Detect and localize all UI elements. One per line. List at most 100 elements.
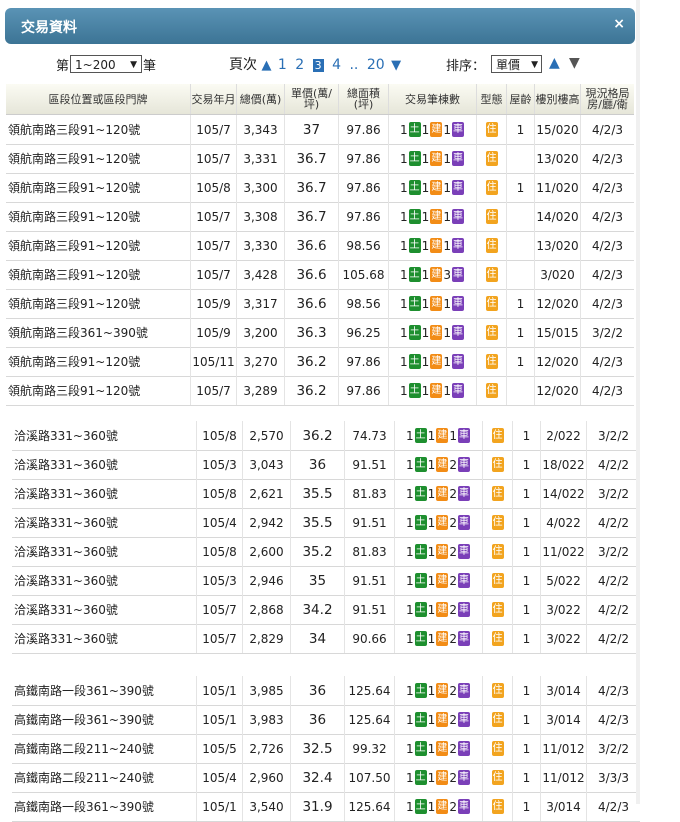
- range-select[interactable]: 1~200 ▼: [70, 55, 142, 73]
- building-badge: 建: [436, 799, 449, 814]
- header-age[interactable]: 屋齡: [506, 84, 534, 114]
- table-row[interactable]: 領航南路三段91~120號 105/7 3,343 37 97.86 1 土 1 建 1 車住 1 15…: [6, 115, 634, 145]
- land-badge: 土: [408, 151, 421, 166]
- table-row[interactable]: 高鐵南路一段361~390號 105/1 3,983 36 125.64 1 土 1 建 2 車住 1…: [12, 705, 640, 735]
- building-badge: 建: [436, 631, 449, 646]
- cell-type: 住: [476, 260, 506, 289]
- cell-total-price: 2,829: [242, 624, 290, 653]
- table-row[interactable]: 領航南路三段91~120號 105/7 3,331 36.7 97.86 1 土 1 建 1 車住 1…: [6, 144, 634, 174]
- cell-unit-price: 32.4: [290, 763, 344, 792]
- header-unit-price[interactable]: 單價(萬/坪): [284, 84, 338, 114]
- page-link-1[interactable]: 1: [278, 57, 287, 73]
- parking-badge: 車: [451, 151, 464, 166]
- cell-age: 1: [506, 115, 534, 144]
- cell-area: 81.83: [344, 479, 394, 508]
- parking-badge: 車: [451, 209, 464, 224]
- land-badge: 土: [408, 383, 421, 398]
- cell-count: 1土1建2車: [394, 624, 482, 653]
- table-row[interactable]: 領航南路三段91~120號 105/11 3,270 36.2 97.86 1 土 1 建 1 車住…: [6, 347, 634, 377]
- header-total-price[interactable]: 總價(萬): [236, 84, 284, 114]
- cell-address: 高鐵南路一段361~390號: [14, 713, 154, 727]
- header-area[interactable]: 總面積(坪): [338, 84, 388, 114]
- close-icon[interactable]: ×: [613, 16, 625, 32]
- table-row[interactable]: 洽溪路331~360號 105/7 2,829 34 90.66 1 土 1 建 2 車住 1 3/02…: [12, 624, 640, 654]
- count-number: 2: [449, 799, 457, 814]
- table-row[interactable]: 洽溪路331~360號 105/8 2,600 35.2 81.83 1 土 1 建 2 車住 1 11…: [12, 537, 640, 567]
- table-row[interactable]: 領航南路三段91~120號 105/9 3,317 36.6 98.56 1 土 1 建 1 車住 1…: [6, 289, 634, 319]
- header-address[interactable]: 區段位置或區段門牌: [6, 84, 190, 114]
- cell-count: 1土1建2車: [394, 792, 482, 821]
- count-number: 1: [400, 151, 408, 166]
- land-badge: 土: [408, 209, 421, 224]
- table-row[interactable]: 洽溪路331~360號 105/3 3,043 36 91.51 1 土 1 建 2 車住 1 18/0…: [12, 450, 640, 480]
- cell-area: 125.64: [344, 676, 394, 705]
- cell-layout: 3/2/2: [586, 421, 640, 450]
- header-date[interactable]: 交易年月: [190, 84, 236, 114]
- count-number: 1: [427, 515, 436, 530]
- table-row[interactable]: 洽溪路331~360號 105/4 2,942 35.5 91.51 1 土 1 建 2 車住 1 4/…: [12, 508, 640, 538]
- count-number: 2: [449, 683, 457, 698]
- count-number: 2: [449, 544, 457, 559]
- table-row[interactable]: 洽溪路331~360號 105/8 2,621 35.5 81.83 1 土 1 建 2 車住 1 14…: [12, 479, 640, 509]
- cell-area: 97.86: [338, 144, 388, 173]
- cell-unit-price: 36.2: [284, 347, 338, 376]
- cell-date: 105/5: [196, 734, 242, 763]
- cell-unit-price: 36.6: [284, 260, 338, 289]
- sort-asc-icon[interactable]: ▲: [549, 55, 560, 71]
- table-row[interactable]: 洽溪路331~360號 105/8 2,570 36.2 74.73 1 土 1 建 1 車住 1 2/…: [12, 421, 640, 451]
- residential-badge: 住: [485, 325, 498, 340]
- parking-badge: 車: [457, 486, 470, 501]
- residential-badge: 住: [491, 602, 504, 617]
- table-row[interactable]: 領航南路三段361~390號 105/9 3,200 36.3 96.25 1 土 1 建 1 車住…: [6, 318, 634, 348]
- cell-count: 1土1建2車: [394, 734, 482, 763]
- count-number: 1: [443, 296, 451, 311]
- prev-page-icon[interactable]: ▲: [261, 58, 271, 73]
- cell-layout: 4/2/3: [580, 173, 634, 202]
- cell-layout: 3/3/3: [586, 763, 640, 792]
- count-number: 1: [443, 354, 451, 369]
- cell-date: 105/1: [196, 705, 242, 734]
- table-row[interactable]: 領航南路三段91~120號 105/7 3,428 36.6 105.68 1 土 1 建 3 車住…: [6, 260, 634, 290]
- building-badge: 建: [436, 486, 449, 501]
- table-row[interactable]: 領航南路三段91~120號 105/7 3,308 36.7 97.86 1 土 1 建 1 車住 1…: [6, 202, 634, 232]
- table-row[interactable]: 領航南路三段91~120號 105/7 3,289 36.2 97.86 1 土 1 建 1 車住 1…: [6, 376, 634, 406]
- count-number: 1: [421, 383, 430, 398]
- residential-badge: 住: [491, 712, 504, 727]
- cell-unit-price: 36.7: [284, 173, 338, 202]
- count-number: 1: [406, 631, 414, 646]
- table-row[interactable]: 洽溪路331~360號 105/7 2,868 34.2 91.51 1 土 1 建 2 車住 1 3/…: [12, 595, 640, 625]
- cell-count: 1土1建2車: [394, 566, 482, 595]
- parking-badge: 車: [451, 325, 464, 340]
- range-prefix: 第: [56, 59, 70, 74]
- cell-total-price: 3,317: [236, 289, 284, 318]
- land-badge: 土: [408, 122, 421, 137]
- page-link-4[interactable]: 4: [332, 57, 341, 73]
- cell-date: 105/3: [196, 450, 242, 479]
- table-row[interactable]: 領航南路三段91~120號 105/7 3,330 36.6 98.56 1 土 1 建 1 車住 1…: [6, 231, 634, 261]
- residential-badge: 住: [491, 457, 504, 472]
- cell-address: 洽溪路331~360號: [14, 632, 118, 646]
- cell-address: 洽溪路331~360號: [14, 458, 118, 472]
- count-number: 1: [443, 122, 451, 137]
- table-row[interactable]: 高鐵南路二段211~240號 105/5 2,726 32.5 99.32 1 土 1 建 2 車住…: [12, 734, 640, 764]
- sort-select[interactable]: 單價 ▼: [491, 55, 542, 73]
- table-row[interactable]: 高鐵南路二段211~240號 105/4 2,960 32.4 107.50 1 土 1 建 2 車…: [12, 763, 640, 793]
- page-link-2[interactable]: 2: [295, 57, 304, 73]
- scrollbar[interactable]: [636, 0, 640, 804]
- sort-desc-icon[interactable]: ▼: [569, 55, 580, 71]
- cell-layout: 4/2/3: [580, 347, 634, 376]
- next-page-icon[interactable]: ▼: [391, 58, 401, 73]
- table-row[interactable]: 高鐵南路一段361~390號 105/1 3,985 36 125.64 1 土 1 建 2 車住 1…: [12, 676, 640, 706]
- cell-unit-price: 36.6: [284, 231, 338, 260]
- table-row[interactable]: 領航南路三段91~120號 105/8 3,300 36.7 97.86 1 土 1 建 1 車住 1…: [6, 173, 634, 203]
- page-link-3[interactable]: 3: [312, 59, 324, 72]
- table-row[interactable]: 洽溪路331~360號 105/3 2,946 35 91.51 1 土 1 建 2 車住 1 5/02…: [12, 566, 640, 596]
- table-row[interactable]: 高鐵南路一段361~390號 105/1 3,540 31.9 125.64 1 土 1 建 2 車…: [12, 792, 640, 822]
- cell-count: 1土1建1車: [388, 318, 476, 347]
- count-number: 1: [443, 325, 451, 340]
- cell-layout: 4/2/2: [586, 595, 640, 624]
- cell-layout: 4/2/3: [580, 376, 634, 405]
- residential-badge: 住: [491, 573, 504, 588]
- page-link-20[interactable]: 20: [367, 57, 385, 73]
- cell-area: 91.51: [344, 508, 394, 537]
